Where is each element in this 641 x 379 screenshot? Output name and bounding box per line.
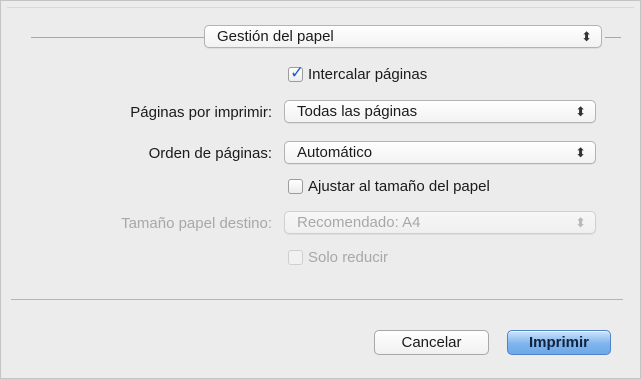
- checkmark-icon: ✓: [290, 63, 305, 82]
- collate-label: Intercalar páginas: [308, 66, 428, 83]
- page-order-value: Automático: [297, 144, 373, 161]
- panel-selector-left-line: [31, 37, 204, 38]
- top-divider: [7, 7, 634, 8]
- pages-to-print-popup[interactable]: Todas las páginas ⬍: [284, 100, 596, 123]
- scale-down-only-checkbox[interactable]: [288, 250, 303, 265]
- pages-to-print-label: Páginas por imprimir:: [130, 104, 272, 121]
- destination-paper-value: Recomendado: A4: [297, 214, 421, 231]
- updown-arrows-icon: ⬍: [581, 29, 592, 44]
- updown-arrows-icon: ⬍: [575, 215, 586, 230]
- page-order-label: Orden de páginas:: [148, 145, 272, 162]
- panel-selector-popup[interactable]: Gestión del papel ⬍: [204, 25, 602, 48]
- cancel-button[interactable]: Cancelar: [374, 330, 489, 355]
- print-button[interactable]: Imprimir: [507, 330, 611, 355]
- updown-arrows-icon: ⬍: [575, 145, 586, 160]
- page-order-popup[interactable]: Automático ⬍: [284, 141, 596, 164]
- destination-paper-label: Tamaño papel destino:: [121, 215, 272, 232]
- scale-down-only-label: Solo reducir: [308, 249, 389, 266]
- updown-arrows-icon: ⬍: [575, 104, 586, 119]
- panel-selector-value: Gestión del papel: [217, 28, 334, 45]
- print-dialog: Gestión del papel ⬍ ✓ Intercalar páginas…: [0, 0, 641, 379]
- bottom-divider: [11, 299, 623, 300]
- collate-checkbox[interactable]: ✓: [288, 63, 304, 82]
- panel-selector-right-line: [605, 37, 621, 38]
- scale-to-fit-checkbox[interactable]: [288, 179, 303, 194]
- destination-paper-popup[interactable]: Recomendado: A4 ⬍: [284, 211, 596, 234]
- pages-to-print-value: Todas las páginas: [297, 103, 418, 120]
- scale-to-fit-label: Ajustar al tamaño del papel: [308, 178, 490, 195]
